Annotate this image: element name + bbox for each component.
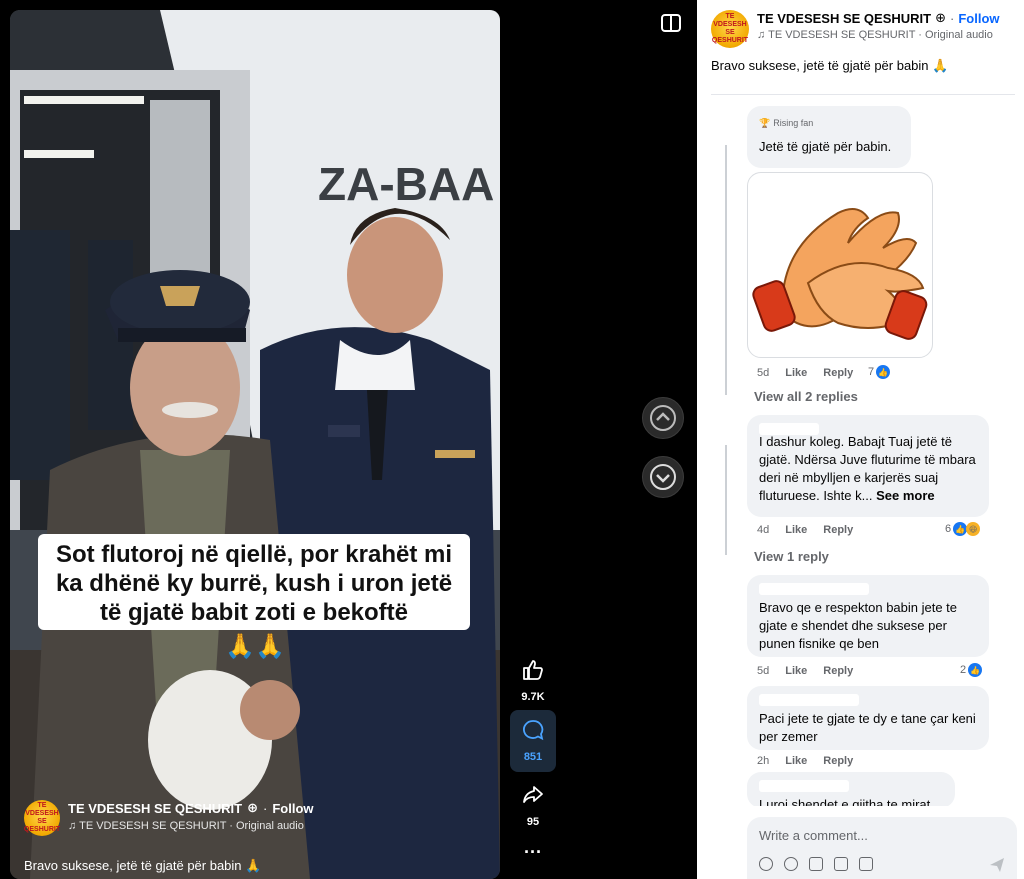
video-caption: Sot flutoroj në qiellë, por krahët mi ka… [55, 541, 453, 626]
reaction-summary[interactable]: 6 👍 😆 [945, 522, 981, 536]
emoji-icon[interactable] [784, 857, 798, 871]
split-view-icon[interactable] [660, 12, 682, 39]
view-replies-link[interactable]: View all 2 replies [754, 389, 858, 404]
comment-input[interactable]: Write a comment... [759, 828, 868, 843]
follow-button[interactable]: Follow [958, 11, 999, 26]
avatar-logo-text: TE VDESESH SE QESHURIT [711, 13, 749, 44]
previous-reel-button[interactable] [642, 397, 684, 439]
comment-text: Bravo qe e respekton babin jete te gjate… [759, 600, 958, 651]
redacted-name [759, 780, 849, 792]
share-count: 95 [526, 816, 540, 828]
like-link[interactable]: Like [785, 755, 807, 767]
dot-separator: · [263, 800, 268, 816]
like-count: 9.7K [521, 691, 545, 703]
comment-text: Jetë të gjatë për babin. [759, 139, 892, 154]
see-more-link[interactable]: See more [876, 488, 935, 503]
comment-bubble: 🏆 Rising fan Jetë të gjatë për babin. [747, 106, 911, 168]
video-player[interactable]: ZA-BAA Sot flutoroj në qiellë, por krahë… [10, 10, 500, 879]
redacted-name [759, 583, 869, 595]
redacted-name [759, 694, 859, 706]
like-link[interactable]: Like [785, 665, 807, 677]
view-replies-link[interactable]: View 1 reply [754, 549, 829, 564]
panel-header: TE VDESESH SE QESHURIT TE VDESESH SE QES… [711, 10, 1000, 48]
like-link[interactable]: Like [785, 367, 807, 379]
aircraft-registration: ZA-BAA [318, 158, 494, 210]
camera-icon[interactable] [809, 857, 823, 871]
send-icon[interactable] [989, 857, 1005, 878]
reaction-summary[interactable]: 7 👍 [868, 365, 891, 379]
comment-bubble: Paci jete te gjate te dy e tane çar keni… [747, 686, 989, 750]
globe-icon: ⊕ [935, 10, 946, 25]
audio-link[interactable]: ♫ TE VDESESH SE QESHURIT · Original audi… [757, 29, 1000, 41]
dot-separator: · [950, 10, 955, 26]
sticker-icon[interactable] [859, 857, 873, 871]
reply-link[interactable]: Reply [823, 665, 853, 677]
composer-tools [759, 857, 873, 871]
avatar[interactable]: TE VDESESH SE QESHURIT [24, 800, 60, 836]
audio-link[interactable]: ♫ TE VDESESH SE QESHURIT · Original audi… [68, 820, 314, 832]
reply-link[interactable]: Reply [823, 367, 853, 379]
thumbs-up-icon [523, 660, 543, 680]
like-button[interactable]: 9.7K [510, 658, 556, 703]
like-reaction-icon: 👍 [953, 522, 968, 536]
comments-panel: TE VDESESH SE QESHURIT TE VDESESH SE QES… [697, 0, 1024, 879]
reel-viewer: ZA-BAA Sot flutoroj në qiellë, por krahë… [0, 0, 1024, 879]
rising-fan-badge: 🏆 Rising fan [759, 114, 899, 132]
comment-text: I dashur koleg. Babajt Tuaj jetë të gjat… [759, 434, 976, 503]
globe-icon: ⊕ [247, 800, 258, 815]
follow-link[interactable]: Follow [272, 801, 313, 816]
comment-composer[interactable]: Write a comment... [747, 817, 1017, 879]
thread-line [725, 445, 727, 555]
author-name[interactable]: TE VDESESH SE QESHURIT [757, 11, 931, 26]
comment-bubble: Luroi shendet e gjitha te mirat [747, 772, 955, 808]
next-reel-button[interactable] [642, 456, 684, 498]
like-link[interactable]: Like [785, 524, 807, 536]
author-name[interactable]: TE VDESESH SE QESHURIT [68, 801, 242, 816]
chevron-down-icon [650, 464, 676, 490]
divider [711, 94, 1015, 95]
reply-link[interactable]: Reply [823, 755, 853, 767]
clapping-hands-icon [752, 208, 928, 340]
reply-link[interactable]: Reply [823, 524, 853, 536]
caption-emoji: 🙏🙏 [225, 633, 285, 660]
comment-time[interactable]: 2h [757, 755, 769, 767]
avatar-logo-text: TE VDESESH SE QESHURIT [23, 802, 61, 833]
comment-actions: 5d Like Reply [757, 367, 853, 379]
video-author: TE VDESESH SE QESHURIT TE VDESESH SE QES… [24, 800, 314, 836]
comment-time[interactable]: 5d [757, 665, 769, 677]
video-frame: ZA-BAA [10, 10, 500, 879]
comment-icon [523, 720, 544, 741]
comment-actions: 5d Like Reply [757, 665, 853, 677]
gif-icon[interactable] [834, 857, 848, 871]
comment-actions: 2h Like Reply [757, 755, 853, 767]
trophy-icon: 🏆 [759, 118, 771, 128]
post-description: Bravo suksese, jetë të gjatë për babin 🙏 [711, 58, 949, 73]
comment-count: 851 [523, 751, 543, 763]
thread-line [725, 145, 727, 395]
avatar[interactable]: TE VDESESH SE QESHURIT [711, 10, 749, 48]
comment-time[interactable]: 5d [757, 367, 769, 379]
video-description: Bravo suksese, jetë të gjatë për babin 🙏 [24, 858, 262, 873]
share-button[interactable]: 95 [510, 783, 556, 828]
comment-bubble: I dashur koleg. Babajt Tuaj jetë të gjat… [747, 415, 989, 517]
comment-text: Paci jete te gjate te dy e tane çar keni… [759, 711, 976, 744]
comment-actions: 4d Like Reply [757, 524, 853, 536]
comment-button[interactable]: 851 [510, 710, 556, 772]
reaction-summary[interactable]: 2 👍 [960, 663, 983, 677]
sticker-image[interactable] [747, 172, 933, 358]
comment-bubble: Bravo qe e respekton babin jete te gjate… [747, 575, 989, 657]
haha-reaction-icon: 😆 [966, 522, 981, 536]
share-icon [523, 786, 543, 803]
like-reaction-icon: 👍 [968, 663, 983, 677]
chevron-up-icon [650, 405, 676, 431]
avatar-icon[interactable] [759, 857, 773, 871]
more-options-icon[interactable]: ··· [510, 842, 556, 863]
comment-time[interactable]: 4d [757, 524, 769, 536]
like-reaction-icon: 👍 [876, 365, 891, 379]
